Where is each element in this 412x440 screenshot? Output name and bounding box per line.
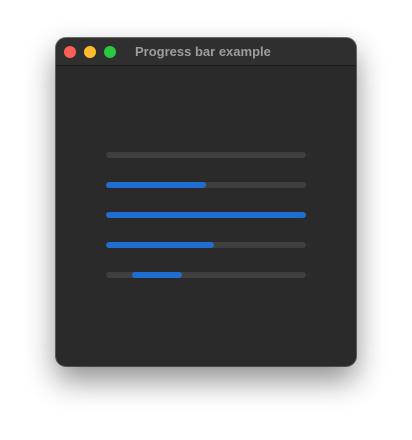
progress-bar-full bbox=[106, 212, 306, 218]
zoom-button[interactable] bbox=[104, 46, 116, 58]
progress-bar-fill bbox=[132, 272, 182, 278]
window-title: Progress bar example bbox=[135, 44, 271, 59]
progress-bar-fill bbox=[106, 182, 206, 188]
app-window: Progress bar example bbox=[56, 38, 356, 366]
progress-bar-fill bbox=[106, 212, 306, 218]
progress-bar-partial bbox=[106, 242, 306, 248]
window-content bbox=[56, 66, 356, 366]
minimize-button[interactable] bbox=[84, 46, 96, 58]
progress-bar-half bbox=[106, 182, 306, 188]
progress-bar-fill bbox=[106, 242, 214, 248]
title-bar[interactable]: Progress bar example bbox=[56, 38, 356, 66]
progress-bar-empty bbox=[106, 152, 306, 158]
progress-bar-indeterminate bbox=[106, 272, 306, 278]
close-button[interactable] bbox=[64, 46, 76, 58]
